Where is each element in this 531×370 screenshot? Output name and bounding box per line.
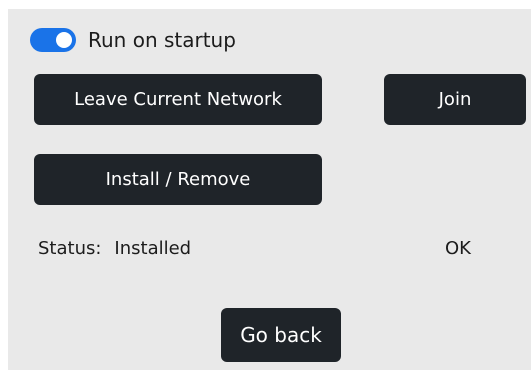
- install-remove-button[interactable]: Install / Remove: [34, 154, 322, 205]
- leave-current-network-button[interactable]: Leave Current Network: [34, 74, 322, 125]
- settings-panel: Run on startup Leave Current Network Joi…: [8, 9, 531, 370]
- run-on-startup-label: Run on startup: [88, 28, 236, 52]
- run-on-startup-row: Run on startup: [30, 27, 236, 53]
- join-button[interactable]: Join: [384, 74, 526, 125]
- run-on-startup-toggle[interactable]: [30, 28, 76, 52]
- status-value: Installed: [114, 238, 192, 259]
- toggle-knob: [56, 32, 72, 48]
- go-back-button[interactable]: Go back: [221, 308, 341, 362]
- status-label: Status:: [38, 238, 102, 259]
- ok-text: OK: [445, 238, 471, 259]
- status-line: Status: Installed: [38, 238, 191, 259]
